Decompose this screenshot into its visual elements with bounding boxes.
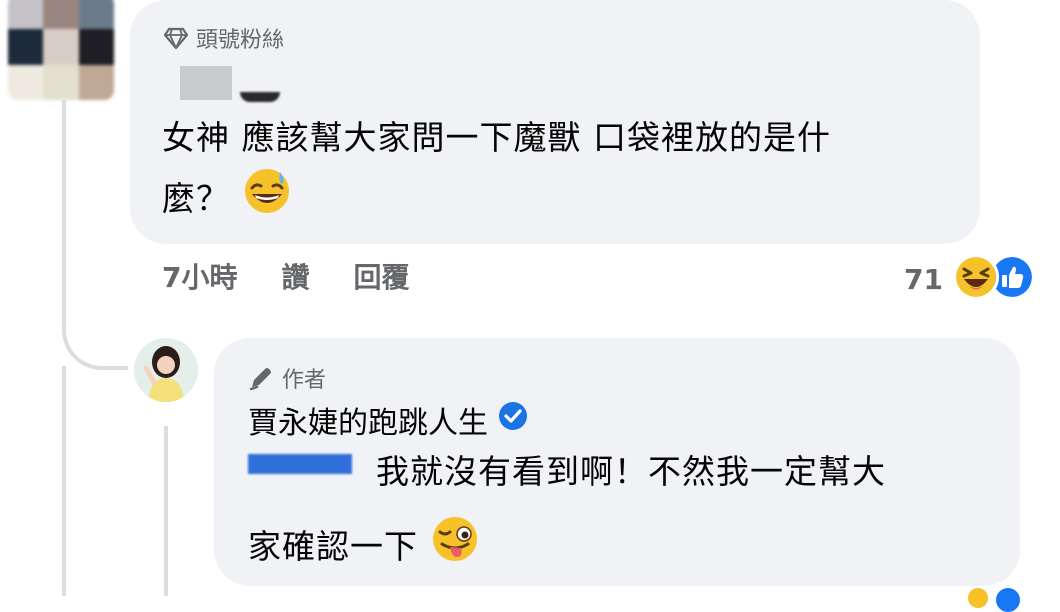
comment-timestamp[interactable]: 7小時 (162, 256, 237, 296)
verified-badge-icon (498, 401, 528, 439)
comment-text-line1: 女神 應該幫大家問一下魔獸 口袋裡放的是什 (162, 118, 831, 157)
reply-text-line2-wrap: 家確認一下 (248, 514, 1008, 581)
like-button[interactable]: 讚 (281, 256, 309, 296)
author-badge: 作者 (248, 362, 326, 394)
pen-icon (248, 365, 274, 391)
redacted-commenter-name[interactable] (180, 66, 232, 100)
author-name-row: 賈永婕的跑跳人生 (248, 398, 528, 442)
comment-text: 女神 應該幫大家問一下魔獸 口袋裡放的是什 麼？ (162, 110, 962, 233)
author-name[interactable]: 賈永婕的跑跳人生 (248, 398, 488, 442)
author-badge-label: 作者 (282, 368, 327, 393)
next-reaction-hint (968, 588, 988, 608)
thread-connector (62, 286, 128, 370)
reply-text: 我就沒有看到啊！不然我一定幫大 家確認一下 (248, 444, 1008, 581)
reply-text-line1: 我就沒有看到啊！不然我一定幫大 (376, 452, 886, 491)
reply-thread-line (164, 426, 168, 596)
reaction-summary[interactable]: 71 (904, 254, 1035, 304)
diamond-icon (164, 27, 188, 49)
comment-text-line2: 麼？ (162, 179, 230, 218)
reply-text-line2: 家確認一下 (248, 527, 418, 566)
next-reaction-hint-2 (996, 588, 1020, 612)
reply-text-line1-wrap: 我就沒有看到啊！不然我一定幫大 (248, 444, 1008, 500)
comment-actions: 7小時 讚 回覆 (162, 256, 410, 296)
author-avatar[interactable] (134, 338, 198, 402)
laughing-emoji-icon (952, 254, 999, 304)
comment-text-line2-wrap: 麼？ (162, 166, 962, 233)
top-fan-badge: 頭號粉絲 (164, 22, 284, 54)
thread-line-lower (62, 366, 66, 596)
commenter-avatar[interactable] (8, 0, 114, 100)
sweat-smile-emoji-icon (242, 166, 292, 233)
winking-tongue-emoji-icon (430, 514, 480, 581)
redaction-smudge (240, 92, 280, 102)
reaction-count: 71 (904, 262, 943, 296)
reply-button[interactable]: 回覆 (354, 256, 410, 296)
badge-label: 頭號粉絲 (196, 28, 285, 53)
